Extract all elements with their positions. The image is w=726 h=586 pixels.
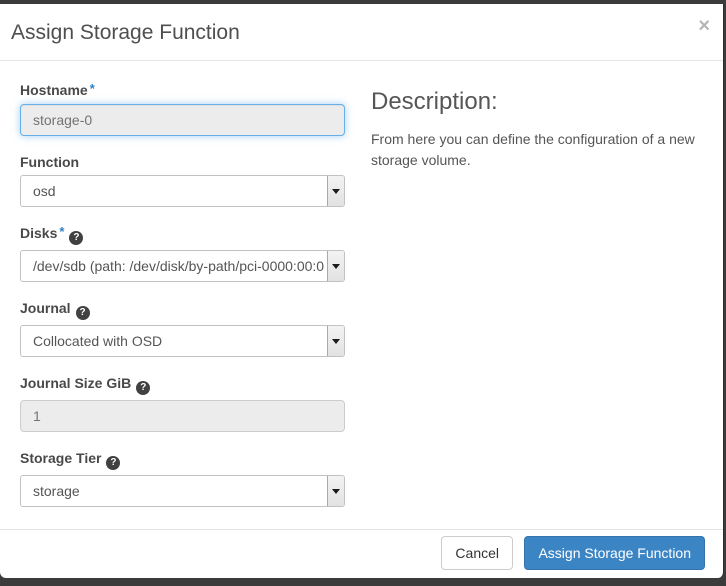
required-asterisk: * (90, 81, 95, 96)
hostname-label-text: Hostname (20, 82, 88, 98)
function-field-group: Function osd (20, 154, 345, 207)
chevron-down-icon[interactable] (327, 476, 344, 506)
chevron-down-icon[interactable] (327, 251, 344, 281)
journal-field-group: Journal? Collocated with OSD (20, 300, 345, 357)
chevron-down-icon[interactable] (327, 326, 344, 356)
description-column: Description: From here you can define th… (371, 82, 703, 529)
disks-label-text: Disks (20, 225, 57, 241)
description-heading: Description: (371, 88, 697, 116)
journal-size-label-text: Journal Size GiB (20, 375, 131, 391)
journal-select[interactable]: Collocated with OSD (20, 325, 345, 357)
disks-select-value: /dev/sdb (path: /dev/disk/by-path/pci-00… (33, 251, 326, 281)
storage-tier-label-text: Storage Tier (20, 450, 101, 466)
function-select-value: osd (33, 176, 326, 206)
storage-tier-field-group: Storage Tier? storage (20, 450, 345, 507)
help-icon[interactable]: ? (136, 381, 150, 395)
journal-label: Journal? (20, 300, 345, 320)
dialog-header: Assign Storage Function × (0, 4, 723, 61)
assign-storage-function-button[interactable]: Assign Storage Function (524, 536, 705, 570)
journal-select-value: Collocated with OSD (33, 326, 326, 356)
function-label: Function (20, 154, 345, 170)
help-icon[interactable]: ? (69, 231, 83, 245)
hostname-label: Hostname* (20, 82, 345, 99)
hostname-input[interactable] (20, 104, 345, 136)
dialog-title: Assign Storage Function (11, 20, 708, 45)
journal-size-field-group: Journal Size GiB? (20, 375, 345, 432)
disks-select[interactable]: /dev/sdb (path: /dev/disk/by-path/pci-00… (20, 250, 345, 282)
description-text: From here you can define the configurati… (371, 129, 697, 171)
required-asterisk: * (59, 224, 64, 239)
help-icon[interactable]: ? (106, 456, 120, 470)
journal-label-text: Journal (20, 300, 71, 316)
storage-tier-label: Storage Tier? (20, 450, 345, 470)
assign-storage-function-dialog: Assign Storage Function × Hostname* Func… (0, 4, 724, 578)
help-icon[interactable]: ? (76, 306, 90, 320)
hostname-field-group: Hostname* (20, 82, 345, 136)
dialog-body: Hostname* Function osd Disks*? /dev/sdb … (0, 61, 723, 529)
dialog-footer: Cancel Assign Storage Function (0, 529, 723, 578)
storage-tier-select-value: storage (33, 476, 326, 506)
function-select[interactable]: osd (20, 175, 345, 207)
journal-size-input[interactable] (20, 400, 345, 432)
chevron-down-icon[interactable] (327, 176, 344, 206)
disks-field-group: Disks*? /dev/sdb (path: /dev/disk/by-pat… (20, 225, 345, 282)
disks-label: Disks*? (20, 225, 345, 245)
journal-size-label: Journal Size GiB? (20, 375, 345, 395)
close-icon[interactable]: × (698, 17, 710, 35)
function-label-text: Function (20, 154, 79, 170)
cancel-button[interactable]: Cancel (441, 536, 513, 570)
storage-tier-select[interactable]: storage (20, 475, 345, 507)
form-column: Hostname* Function osd Disks*? /dev/sdb … (20, 82, 345, 529)
